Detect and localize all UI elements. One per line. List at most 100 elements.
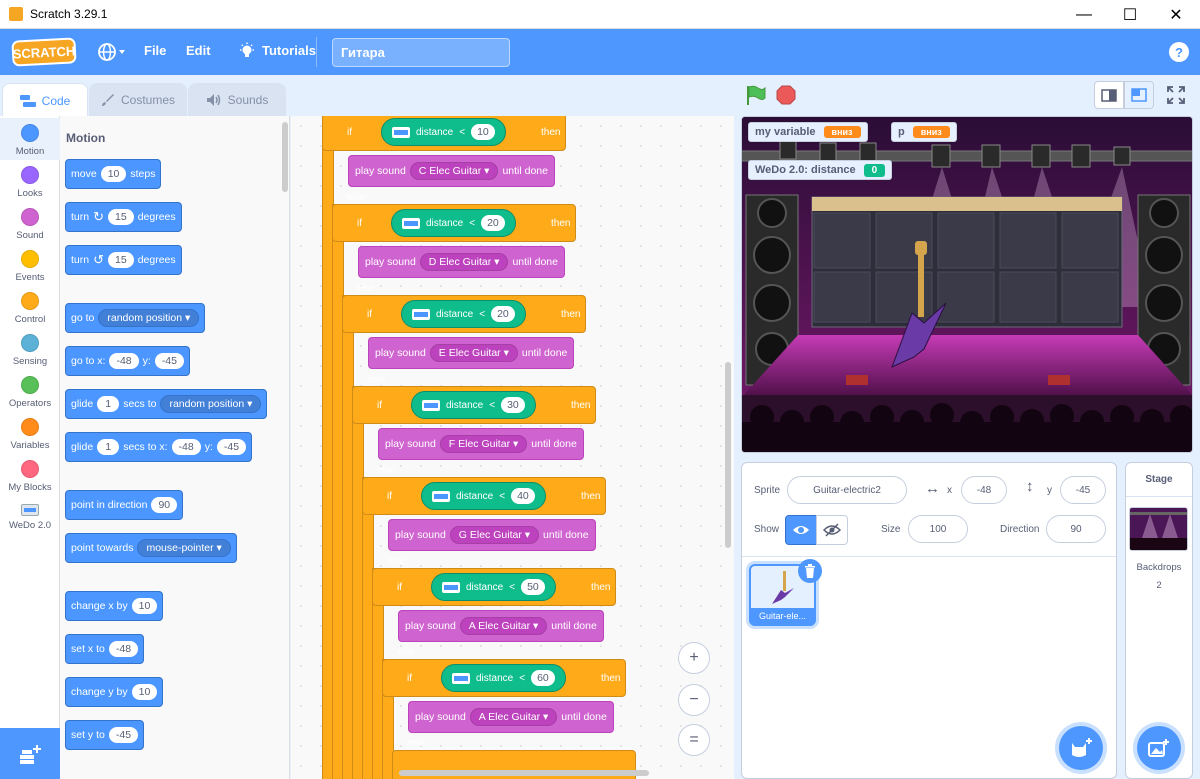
choose-backdrop-button[interactable] (1137, 726, 1181, 770)
distance-condition[interactable]: distance <30 (411, 391, 536, 419)
distance-condition[interactable]: distance <60 (441, 664, 566, 692)
threshold-input[interactable]: 20 (491, 306, 515, 322)
show-visible-button[interactable] (785, 515, 817, 545)
scratch-logo[interactable]: SCRATCH (11, 37, 77, 67)
go-to-dropdown[interactable]: random position (98, 309, 200, 327)
minimize-button[interactable]: — (1061, 0, 1107, 29)
set-y-input[interactable]: -45 (108, 727, 139, 743)
play-sound-block[interactable]: play soundA Elec Guitaruntil done (398, 610, 604, 642)
if-else-block[interactable]: if distance <10 then (322, 116, 566, 151)
block-turn-left[interactable]: turn ↺ 15 degrees (65, 245, 182, 275)
distance-condition[interactable]: distance <10 (381, 118, 506, 146)
if-else-block[interactable]: if distance <50 then (372, 568, 616, 606)
green-flag-button[interactable] (745, 85, 767, 105)
play-sound-block[interactable]: play soundE Elec Guitaruntil done (368, 337, 575, 369)
block-move[interactable]: move 10 steps (65, 159, 162, 189)
category-variables[interactable]: Variables (0, 412, 60, 454)
change-x-input[interactable]: 10 (131, 598, 158, 614)
block-set-x[interactable]: set x to -48 (65, 634, 145, 664)
go-to-y-input[interactable]: -45 (154, 353, 184, 369)
block-point-in-direction[interactable]: point in direction 90 (65, 490, 184, 520)
threshold-input[interactable]: 30 (501, 397, 525, 413)
tab-costumes[interactable]: Costumes (89, 83, 187, 116)
fullscreen-button[interactable] (1164, 83, 1188, 107)
if-else-block[interactable]: if distance <60 then (382, 659, 626, 697)
distance-condition[interactable]: distance <20 (401, 300, 526, 328)
x-position-input[interactable]: -48 (961, 476, 1007, 504)
language-globe-icon[interactable] (97, 42, 129, 62)
close-button[interactable]: ✕ (1153, 0, 1199, 29)
block-go-to[interactable]: go to random position (65, 303, 206, 333)
category-motion[interactable]: Motion (0, 118, 60, 160)
if-else-block[interactable]: if distance <40 then (362, 477, 606, 515)
category-looks[interactable]: Looks (0, 160, 60, 202)
distance-condition[interactable]: distance <50 (431, 573, 556, 601)
sound-dropdown[interactable]: E Elec Guitar (429, 344, 518, 362)
category-events[interactable]: Events (0, 244, 60, 286)
block-change-y[interactable]: change y by 10 (65, 677, 164, 707)
threshold-input[interactable]: 20 (481, 215, 505, 231)
distance-condition[interactable]: distance <40 (421, 482, 546, 510)
direction-input[interactable]: 90 (1046, 515, 1106, 543)
maximize-button[interactable]: ☐ (1107, 0, 1153, 29)
play-sound-block[interactable]: play soundF Elec Guitaruntil done (378, 428, 584, 460)
block-glide-to[interactable]: glide 1 secs to random position (65, 389, 268, 419)
sound-dropdown[interactable]: C Elec Guitar (409, 162, 499, 180)
backdrop-thumbnail[interactable] (1129, 507, 1188, 551)
category-wedo[interactable]: WeDo 2.0 (0, 496, 60, 538)
move-steps-input[interactable]: 10 (100, 166, 127, 182)
sound-dropdown[interactable]: A Elec Guitar (459, 617, 548, 635)
distance-condition[interactable]: distance <20 (391, 209, 516, 237)
small-stage-button[interactable] (1094, 81, 1124, 109)
y-position-input[interactable]: -45 (1060, 476, 1106, 504)
category-control[interactable]: Control (0, 286, 60, 328)
sound-dropdown[interactable]: D Elec Guitar (419, 253, 509, 271)
zoom-out-button[interactable]: − (678, 684, 710, 716)
glide-y-input[interactable]: -45 (216, 439, 247, 455)
sound-dropdown[interactable]: F Elec Guitar (439, 435, 528, 453)
turn-left-input[interactable]: 15 (108, 252, 134, 268)
show-hidden-button[interactable] (816, 515, 848, 545)
help-icon[interactable]: ? (1169, 42, 1189, 62)
threshold-input[interactable]: 50 (521, 579, 545, 595)
play-sound-block[interactable]: play soundG Elec Guitaruntil done (388, 519, 596, 551)
code-workspace[interactable]: if distance <10 then play sound C Elec Guitar… (291, 116, 734, 779)
block-point-towards[interactable]: point towards mouse-pointer (65, 533, 237, 563)
zoom-reset-button[interactable]: = (678, 724, 710, 756)
zoom-in-button[interactable]: + (678, 642, 710, 674)
block-glide-xy[interactable]: glide 1 secs to x: -48 y: -45 (65, 432, 253, 462)
monitor-wedo-distance[interactable]: WeDo 2.0: distance 0 (748, 160, 893, 180)
glide-x-input[interactable]: -48 (171, 439, 201, 455)
file-menu[interactable]: File (144, 43, 166, 58)
if-else-block[interactable]: if distance <20 then (332, 204, 576, 242)
threshold-input[interactable]: 10 (471, 124, 495, 140)
delete-sprite-button[interactable] (798, 559, 822, 583)
stop-button[interactable] (776, 85, 796, 105)
glide-secs-input[interactable]: 1 (97, 396, 120, 412)
project-title-input[interactable]: Гитара (332, 38, 510, 67)
code-vertical-scrollbar[interactable] (725, 362, 731, 548)
set-x-input[interactable]: -48 (108, 641, 139, 657)
sound-dropdown[interactable]: A Elec Guitar (469, 708, 558, 726)
if-else-block[interactable]: if distance <20 then (342, 295, 586, 333)
stage-canvas[interactable]: my variable вниз p вниз WeDo 2.0: distan… (741, 116, 1193, 453)
palette-scrollbar[interactable] (282, 122, 288, 192)
tab-code[interactable]: Code (2, 83, 88, 117)
tutorials-bulb-icon[interactable] (238, 42, 256, 60)
add-extension-button[interactable] (0, 728, 60, 779)
sound-dropdown[interactable]: G Elec Guitar (449, 526, 540, 544)
turn-right-input[interactable]: 15 (108, 209, 134, 225)
point-towards-dropdown[interactable]: mouse-pointer (137, 539, 231, 557)
monitor-p[interactable]: p вниз (891, 122, 957, 142)
category-my-blocks[interactable]: My Blocks (0, 454, 60, 496)
go-to-x-input[interactable]: -48 (109, 353, 139, 369)
change-y-input[interactable]: 10 (131, 684, 158, 700)
large-stage-button[interactable] (1124, 81, 1154, 109)
if-else-block[interactable]: if distance <30 then (352, 386, 596, 424)
play-sound-block[interactable]: play soundA Elec Guitaruntil done (408, 701, 614, 733)
direction-input[interactable]: 90 (151, 497, 178, 513)
code-horizontal-scrollbar[interactable] (399, 770, 649, 776)
edit-menu[interactable]: Edit (186, 43, 211, 58)
choose-sprite-button[interactable] (1059, 726, 1103, 770)
block-set-y[interactable]: set y to -45 (65, 720, 145, 750)
